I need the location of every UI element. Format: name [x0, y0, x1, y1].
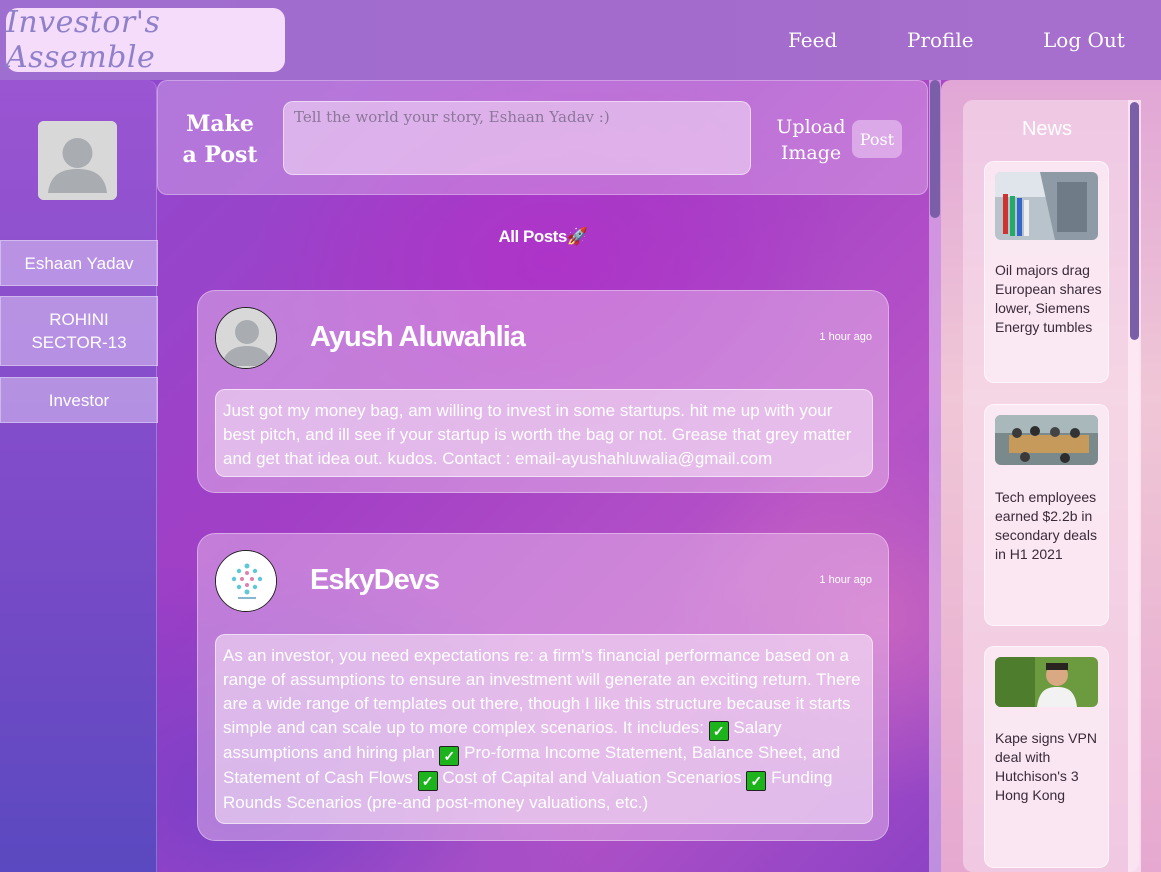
post-author-name[interactable]: Ayush Aluwahlia — [310, 321, 526, 354]
news-scrollbar[interactable] — [1128, 100, 1141, 872]
news-panel: News Oil majors drag European shares low… — [963, 100, 1139, 872]
post-input[interactable] — [283, 101, 751, 175]
top-navbar: Investor's Assemble Feed Profile Log Out — [0, 0, 1161, 80]
post-button[interactable]: Post — [852, 120, 902, 158]
feed-scrollbar-thumb[interactable] — [930, 80, 940, 218]
post-author-name[interactable]: EskyDevs — [310, 564, 440, 597]
feed-title: All Posts🚀 — [498, 227, 588, 246]
post-timestamp: 1 hour ago — [819, 331, 872, 343]
nav-logout-link[interactable]: Log Out — [1043, 28, 1125, 52]
post-card: Ayush Aluwahlia 1 hour ago Just got my m… — [197, 290, 889, 493]
news-sidebar: News Oil majors drag European shares low… — [941, 80, 1161, 872]
user-avatar — [38, 121, 117, 200]
person-icon — [216, 308, 276, 368]
post-body-text: Cost of Capital and Valuation Scenarios — [437, 768, 747, 787]
post-body: Just got my money bag, am willing to inv… — [215, 389, 873, 477]
news-scrollbar-thumb[interactable] — [1130, 102, 1139, 340]
checkmark-icon: ✓ — [746, 771, 767, 791]
nav-feed-link[interactable]: Feed — [788, 28, 837, 52]
profile-sidebar: Eshaan Yadav ROHINI SECTOR-13 Investor — [0, 80, 158, 872]
news-headline[interactable]: Kape signs VPN deal with Hutchison's 3 H… — [995, 729, 1105, 805]
post-author-avatar[interactable] — [215, 307, 277, 369]
checkmark-icon: ✓ — [708, 721, 729, 741]
news-card[interactable]: Oil majors drag European shares lower, S… — [984, 161, 1109, 383]
news-image — [995, 415, 1098, 465]
upload-image-button[interactable]: Upload Image — [770, 114, 852, 166]
user-name: Eshaan Yadav — [0, 240, 158, 286]
post-timestamp: 1 hour ago — [819, 574, 872, 586]
checkmark-icon: ✓ — [417, 771, 438, 791]
composer-label: Make a Post — [182, 111, 258, 168]
news-headline[interactable]: Tech employees earned $2.2b in secondary… — [995, 488, 1105, 564]
news-card[interactable]: Kape signs VPN deal with Hutchison's 3 H… — [984, 646, 1109, 868]
checkmark-icon: ✓ — [439, 746, 460, 766]
feed-scrollbar[interactable] — [929, 80, 941, 872]
news-title: News — [1021, 118, 1072, 140]
post-card: EskyDevs 1 hour ago As an investor, you … — [197, 533, 889, 841]
person-icon — [38, 121, 117, 200]
post-composer: Make a Post Upload Image Post — [157, 80, 928, 195]
post-author-avatar[interactable] — [215, 550, 277, 612]
app-logo[interactable]: Investor's Assemble — [6, 5, 285, 75]
news-image — [995, 657, 1098, 707]
news-card[interactable]: Tech employees earned $2.2b in secondary… — [984, 404, 1109, 626]
user-role: Investor — [0, 377, 158, 423]
news-headline[interactable]: Oil majors drag European shares lower, S… — [995, 261, 1105, 337]
user-location: ROHINI SECTOR-13 — [0, 296, 158, 366]
nav-profile-link[interactable]: Profile — [907, 28, 974, 52]
eskydevs-logo-icon — [216, 551, 276, 611]
news-image — [995, 172, 1098, 240]
post-body: As an investor, you need expectations re… — [215, 634, 873, 824]
